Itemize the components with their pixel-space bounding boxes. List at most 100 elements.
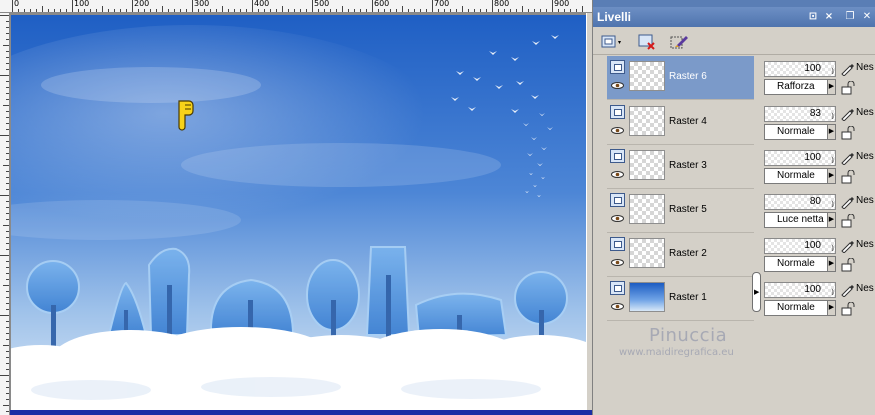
ruler-tick bbox=[114, 9, 115, 12]
brush-icon[interactable] bbox=[840, 107, 854, 122]
eye-icon[interactable] bbox=[611, 215, 624, 222]
ruler-tick bbox=[192, 0, 193, 12]
opacity-field[interactable]: 80 ⦆ bbox=[764, 194, 836, 210]
eye-icon[interactable] bbox=[611, 171, 624, 178]
canvas-image[interactable] bbox=[11, 15, 586, 410]
layer-thumbnail bbox=[629, 150, 665, 180]
ruler-tick bbox=[66, 9, 67, 12]
opacity-field[interactable]: 83 ⦆ bbox=[764, 106, 836, 122]
blend-mode-select[interactable]: Normale bbox=[764, 124, 828, 140]
opacity-field[interactable]: 100 ⦆ bbox=[764, 238, 836, 254]
lock-icon[interactable] bbox=[840, 80, 855, 95]
eye-icon[interactable] bbox=[611, 82, 624, 89]
layer-row[interactable]: Raster 3 bbox=[607, 145, 754, 189]
lock-icon[interactable] bbox=[840, 257, 855, 272]
ruler-tick bbox=[3, 105, 9, 106]
ruler-tick bbox=[240, 9, 241, 12]
ruler-tick bbox=[12, 0, 13, 12]
ruler-tick bbox=[582, 6, 583, 12]
blend-mode-select[interactable]: Rafforza bbox=[764, 79, 828, 95]
layer-properties-row: 100 ⦆ Nes Normale ▶ bbox=[761, 277, 875, 321]
brush-icon[interactable] bbox=[840, 62, 854, 77]
layer-properties-row: 83 ⦆ Nes Normale ▶ bbox=[761, 101, 875, 145]
ruler-tick bbox=[336, 9, 337, 12]
blend-mode-select[interactable]: Luce netta bbox=[764, 212, 828, 228]
dropdown-arrow-icon[interactable]: ▶ bbox=[828, 300, 836, 316]
layer-row[interactable]: Raster 6 bbox=[607, 56, 754, 100]
ruler-tick bbox=[6, 363, 9, 364]
dropdown-arrow-icon[interactable]: ▶ bbox=[828, 168, 836, 184]
ruler-tick bbox=[6, 141, 9, 142]
brush-icon[interactable] bbox=[840, 151, 854, 166]
layer-thumbnail bbox=[629, 106, 665, 136]
restore-icon[interactable]: ❐ bbox=[843, 10, 857, 23]
splitter-arrow-icon[interactable]: ▶ bbox=[754, 289, 759, 296]
opacity-value: 100 bbox=[804, 240, 821, 251]
brush-icon[interactable] bbox=[840, 195, 854, 210]
ruler-tick bbox=[84, 9, 85, 12]
ruler-label: 600 bbox=[374, 0, 390, 8]
raster-layer-icon bbox=[610, 105, 625, 119]
brush-icon[interactable] bbox=[840, 283, 854, 298]
pin-icon[interactable]: ⊡ bbox=[806, 10, 820, 23]
ruler-tick bbox=[282, 6, 283, 12]
layer-name: Raster 2 bbox=[669, 248, 707, 259]
ruler-tick bbox=[72, 0, 73, 12]
edit-selection-button[interactable] bbox=[667, 31, 691, 52]
ruler-tick bbox=[426, 9, 427, 12]
close-icon[interactable]: ✕ bbox=[860, 10, 874, 23]
ruler-tick bbox=[6, 327, 9, 328]
ruler-tick bbox=[6, 387, 9, 388]
close-icon[interactable]: × bbox=[822, 10, 836, 23]
ruler-tick bbox=[264, 9, 265, 12]
lock-icon[interactable] bbox=[840, 125, 855, 140]
ruler-tick bbox=[36, 9, 37, 12]
lock-icon[interactable] bbox=[840, 213, 855, 228]
layer-row[interactable]: Raster 2 bbox=[607, 233, 754, 277]
layer-row[interactable]: Raster 1 bbox=[607, 277, 754, 321]
ruler-tick bbox=[102, 6, 103, 12]
panel-titlebar[interactable]: Livelli ⊡ × ❐ ✕ bbox=[593, 7, 875, 27]
layer-properties-row: 100 ⦆ Nes Normale ▶ bbox=[761, 145, 875, 189]
ruler-tick bbox=[6, 399, 9, 400]
brush-icon[interactable] bbox=[840, 239, 854, 254]
delete-layer-button[interactable] bbox=[635, 31, 659, 52]
eye-icon[interactable] bbox=[611, 303, 624, 310]
opacity-field[interactable]: 100 ⦆ bbox=[764, 282, 836, 298]
dropdown-arrow-icon[interactable]: ▶ bbox=[828, 79, 836, 95]
ruler-tick bbox=[576, 9, 577, 12]
layer-thumbnail bbox=[629, 61, 665, 91]
ruler-tick bbox=[288, 9, 289, 12]
dropdown-arrow-icon[interactable]: ▶ bbox=[828, 212, 836, 228]
ruler-tick bbox=[390, 9, 391, 12]
blend-mode-select[interactable]: Normale bbox=[764, 300, 828, 316]
ruler-tick bbox=[414, 9, 415, 12]
eye-icon[interactable] bbox=[611, 127, 624, 134]
lock-icon[interactable] bbox=[840, 301, 855, 316]
layer-row[interactable]: Raster 4 bbox=[607, 101, 754, 145]
panel-bottom-strip bbox=[593, 397, 875, 415]
opacity-field[interactable]: 100 ⦆ bbox=[764, 150, 836, 166]
eye-icon[interactable] bbox=[611, 259, 624, 266]
ruler-tick bbox=[6, 57, 9, 58]
ruler-tick bbox=[144, 9, 145, 12]
opacity-value: 83 bbox=[809, 108, 821, 119]
layer-properties-row: 100 ⦆ Nes Normale ▶ bbox=[761, 233, 875, 277]
ruler-tick bbox=[324, 9, 325, 12]
opacity-field[interactable]: 100 ⦆ bbox=[764, 61, 836, 77]
raster-layer-icon bbox=[610, 60, 625, 74]
vertical-ruler bbox=[0, 13, 10, 415]
blend-mode-select[interactable]: Normale bbox=[764, 168, 828, 184]
dropdown-arrow-icon[interactable]: ▶ bbox=[828, 124, 836, 140]
ruler-tick bbox=[6, 339, 9, 340]
lock-icon[interactable] bbox=[840, 169, 855, 184]
layers-toolbar bbox=[593, 28, 875, 55]
ruler-tick bbox=[3, 345, 9, 346]
blend-mode-select[interactable]: Normale bbox=[764, 256, 828, 272]
ruler-tick bbox=[6, 27, 9, 28]
ruler-tick bbox=[90, 9, 91, 12]
new-layer-button[interactable] bbox=[599, 31, 625, 52]
dropdown-arrow-icon[interactable]: ▶ bbox=[828, 256, 836, 272]
layer-row[interactable]: Raster 5 bbox=[607, 189, 754, 233]
ruler-tick bbox=[534, 9, 535, 12]
